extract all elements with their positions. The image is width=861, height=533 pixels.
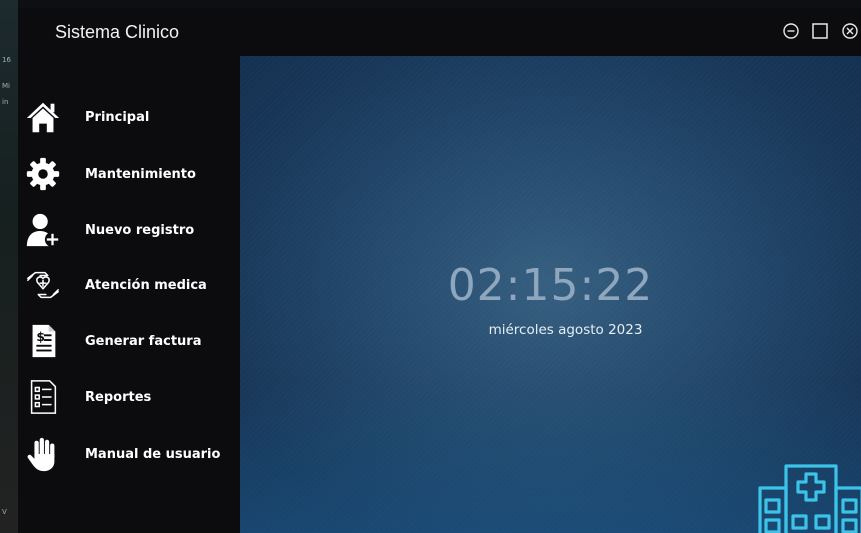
desktop-text: in xyxy=(2,98,9,106)
app-title: Sistema Clinico xyxy=(55,22,180,42)
maximize-icon xyxy=(812,23,828,39)
minimize-button[interactable] xyxy=(782,22,800,40)
svg-text:$: $ xyxy=(36,330,45,344)
sidebar-item-label: Principal xyxy=(85,109,150,125)
maximize-button[interactable] xyxy=(811,22,829,40)
sidebar-item-label: Mantenimiento xyxy=(85,166,196,182)
gear-icon xyxy=(23,154,63,194)
sidebar-item-atencion-medica[interactable]: Atención medica xyxy=(18,262,240,308)
sidebar-item-generar-factura[interactable]: $ Generar factura xyxy=(18,318,240,364)
sidebar-item-manual-de-usuario[interactable]: Manual de usuario xyxy=(18,431,240,477)
minimize-icon xyxy=(783,23,799,39)
hand-icon xyxy=(23,434,63,474)
desktop-text: Mi xyxy=(2,82,10,90)
title-bar[interactable]: Sistema Clinico xyxy=(18,8,861,56)
sidebar-item-label: Manual de usuario xyxy=(85,446,221,462)
report-icon xyxy=(23,377,63,417)
add-user-icon xyxy=(23,210,63,250)
hospital-icon xyxy=(758,464,861,533)
sidebar-item-mantenimiento[interactable]: Mantenimiento xyxy=(18,151,240,197)
sidebar-item-label: Nuevo registro xyxy=(85,222,195,238)
sidebar-item-label: Generar factura xyxy=(85,333,202,349)
invoice-icon: $ xyxy=(23,321,63,361)
sidebar: Principal Mantenimiento Nuevo registro A… xyxy=(18,56,240,533)
desktop-background-strip: 16 Mi in V xyxy=(0,0,18,533)
close-icon xyxy=(842,23,858,39)
home-icon xyxy=(23,97,63,137)
desktop-text: V xyxy=(2,508,7,516)
desktop-text: 16 xyxy=(2,56,11,64)
sidebar-item-label: Reportes xyxy=(85,389,152,405)
sidebar-item-nuevo-registro[interactable]: Nuevo registro xyxy=(18,207,240,253)
app-window: Sistema Clinico Principal Mantenimiento … xyxy=(18,8,861,533)
close-button[interactable] xyxy=(841,22,859,40)
sidebar-item-label: Atención medica xyxy=(85,277,207,293)
sidebar-item-principal[interactable]: Principal xyxy=(18,94,240,140)
medical-care-icon xyxy=(23,265,63,305)
clock-time: 02:15:22 xyxy=(447,260,654,311)
sidebar-item-reportes[interactable]: Reportes xyxy=(18,374,240,420)
clock-date: miércoles agosto 2023 xyxy=(488,322,643,338)
main-panel: 02:15:22 miércoles agosto 2023 xyxy=(240,56,861,533)
